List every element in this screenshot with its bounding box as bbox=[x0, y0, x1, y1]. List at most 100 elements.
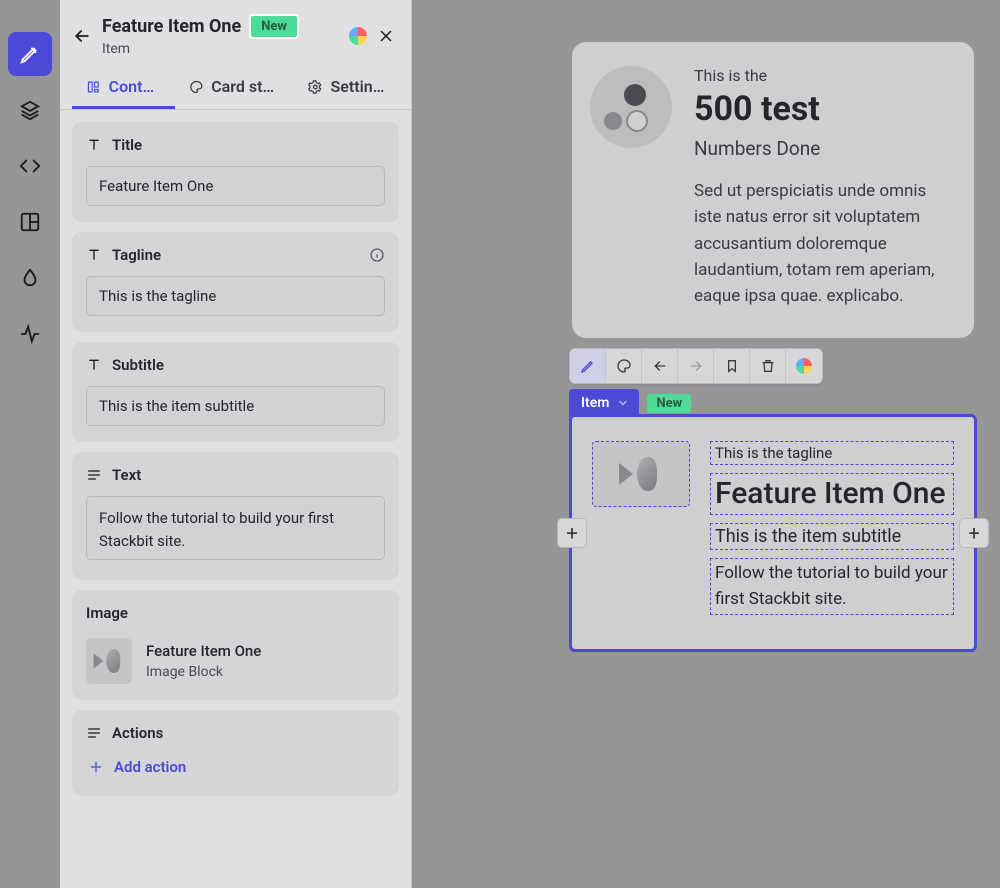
rail-layers-button[interactable] bbox=[8, 88, 52, 132]
field-actions: Actions Add action bbox=[72, 710, 399, 796]
preview-card-top[interactable]: This is the 500 test Numbers Done Sed ut… bbox=[572, 42, 974, 338]
new-badge: New bbox=[249, 14, 299, 39]
panel-body: Title Tagline Subtitle Text bbox=[60, 110, 411, 888]
close-icon bbox=[377, 27, 395, 45]
title-input[interactable] bbox=[86, 166, 385, 206]
brand-logo-button[interactable] bbox=[349, 27, 367, 45]
selection-tag[interactable]: Item bbox=[569, 389, 639, 417]
top-card-tagline: This is the bbox=[694, 66, 946, 85]
text-icon bbox=[86, 137, 102, 153]
subtitle-input[interactable] bbox=[86, 386, 385, 426]
field-image-label: Image bbox=[86, 604, 385, 622]
preview-tagline[interactable]: This is the tagline bbox=[710, 441, 954, 465]
avatar-placeholder-icon bbox=[590, 66, 672, 148]
toolbar-logo-button[interactable] bbox=[786, 349, 822, 383]
tagline-input[interactable] bbox=[86, 276, 385, 316]
back-button[interactable] bbox=[72, 26, 92, 46]
add-action-label: Add action bbox=[114, 758, 186, 776]
image-block-row[interactable]: Feature Item One Image Block bbox=[86, 638, 385, 684]
add-action-button[interactable]: Add action bbox=[86, 754, 385, 780]
add-before-button[interactable]: + bbox=[557, 518, 587, 548]
toolbar-forward-button[interactable] bbox=[678, 349, 714, 383]
image-placeholder-icon bbox=[619, 457, 663, 491]
field-tagline: Tagline bbox=[72, 232, 399, 332]
tab-card-styles[interactable]: Card styl… bbox=[175, 65, 294, 109]
pencil-icon bbox=[580, 358, 596, 374]
image-name: Feature Item One bbox=[146, 642, 261, 660]
tab-settings[interactable]: Settings bbox=[294, 65, 399, 109]
field-text-label: Text bbox=[112, 466, 141, 484]
layers-icon bbox=[19, 99, 41, 121]
field-actions-label: Actions bbox=[112, 724, 163, 742]
pencil-icon bbox=[19, 43, 41, 65]
panel-header: Feature Item One New Item bbox=[60, 0, 411, 65]
preview-image-slot[interactable] bbox=[592, 441, 690, 507]
field-tagline-label: Tagline bbox=[112, 246, 161, 264]
rail-activity-button[interactable] bbox=[8, 312, 52, 356]
selected-preview-card[interactable]: + + This is the tagline Feature Item One… bbox=[569, 414, 977, 652]
selection-tag-label: Item bbox=[581, 395, 609, 411]
droplet-icon bbox=[19, 267, 41, 289]
top-card-body: Sed ut perspiciatis unde omnis iste natu… bbox=[694, 178, 946, 310]
panel-title: Feature Item One bbox=[102, 16, 241, 37]
rail-code-button[interactable] bbox=[8, 144, 52, 188]
close-button[interactable] bbox=[377, 27, 395, 45]
canvas[interactable]: This is the 500 test Numbers Done Sed ut… bbox=[412, 0, 1000, 888]
top-card-subtitle: Numbers Done bbox=[694, 137, 946, 160]
arrow-left-icon bbox=[72, 26, 92, 46]
edit-panel: Feature Item One New Item Content Card s… bbox=[60, 0, 412, 888]
brand-logo-icon bbox=[796, 358, 812, 374]
gear-icon bbox=[308, 79, 323, 95]
code-icon bbox=[19, 155, 41, 177]
toolbar-edit-button[interactable] bbox=[570, 349, 606, 383]
panel-tabs: Content Card styl… Settings bbox=[60, 65, 411, 110]
field-text: Text bbox=[72, 452, 399, 580]
field-title: Title bbox=[72, 122, 399, 222]
preview-body[interactable]: Follow the tutorial to build your first … bbox=[710, 558, 954, 615]
text-input[interactable] bbox=[86, 496, 385, 560]
field-title-label: Title bbox=[112, 136, 142, 154]
add-after-button[interactable]: + bbox=[959, 518, 989, 548]
selection-tag-row: Item New bbox=[569, 389, 691, 417]
tab-content[interactable]: Content bbox=[72, 65, 175, 109]
image-placeholder-icon bbox=[94, 649, 125, 673]
activity-icon bbox=[19, 323, 41, 345]
top-card-title: 500 test bbox=[694, 89, 946, 129]
preview-subtitle[interactable]: This is the item subtitle bbox=[710, 523, 954, 550]
tab-settings-label: Settings bbox=[331, 77, 385, 96]
toolbar-bookmark-button[interactable] bbox=[714, 349, 750, 383]
palette-icon bbox=[616, 358, 632, 374]
info-icon[interactable] bbox=[369, 247, 385, 263]
toolbar-back-button[interactable] bbox=[642, 349, 678, 383]
plus-icon bbox=[88, 759, 104, 775]
field-subtitle: Subtitle bbox=[72, 342, 399, 442]
arrow-left-icon bbox=[652, 358, 668, 374]
field-subtitle-label: Subtitle bbox=[112, 356, 164, 374]
text-icon bbox=[86, 357, 102, 373]
tab-content-label: Content bbox=[109, 77, 161, 96]
toolbar-delete-button[interactable] bbox=[750, 349, 786, 383]
rail-layout-button[interactable] bbox=[8, 200, 52, 244]
list-icon bbox=[86, 725, 102, 741]
toolbar-style-button[interactable] bbox=[606, 349, 642, 383]
floating-toolbar bbox=[569, 348, 823, 384]
preview-title[interactable]: Feature Item One bbox=[710, 473, 954, 515]
field-image: Image Feature Item One Image Block bbox=[72, 590, 399, 700]
layout-icon bbox=[19, 211, 41, 233]
panel-subtitle: Item bbox=[102, 41, 339, 57]
bookmark-icon bbox=[724, 358, 740, 374]
rail-color-button[interactable] bbox=[8, 256, 52, 300]
text-icon bbox=[86, 247, 102, 263]
icon-rail bbox=[0, 0, 60, 888]
selection-new-badge: New bbox=[647, 394, 691, 413]
selected-card-wrap: + + This is the tagline Feature Item One… bbox=[569, 414, 977, 652]
arrow-right-icon bbox=[688, 358, 704, 374]
tab-card-styles-label: Card styl… bbox=[211, 77, 280, 96]
rail-edit-button[interactable] bbox=[8, 32, 52, 76]
chevron-down-icon bbox=[617, 397, 629, 409]
paragraph-icon bbox=[86, 467, 102, 483]
image-thumbnail bbox=[86, 638, 132, 684]
image-type: Image Block bbox=[146, 664, 261, 680]
content-icon bbox=[86, 79, 101, 95]
trash-icon bbox=[760, 358, 776, 374]
